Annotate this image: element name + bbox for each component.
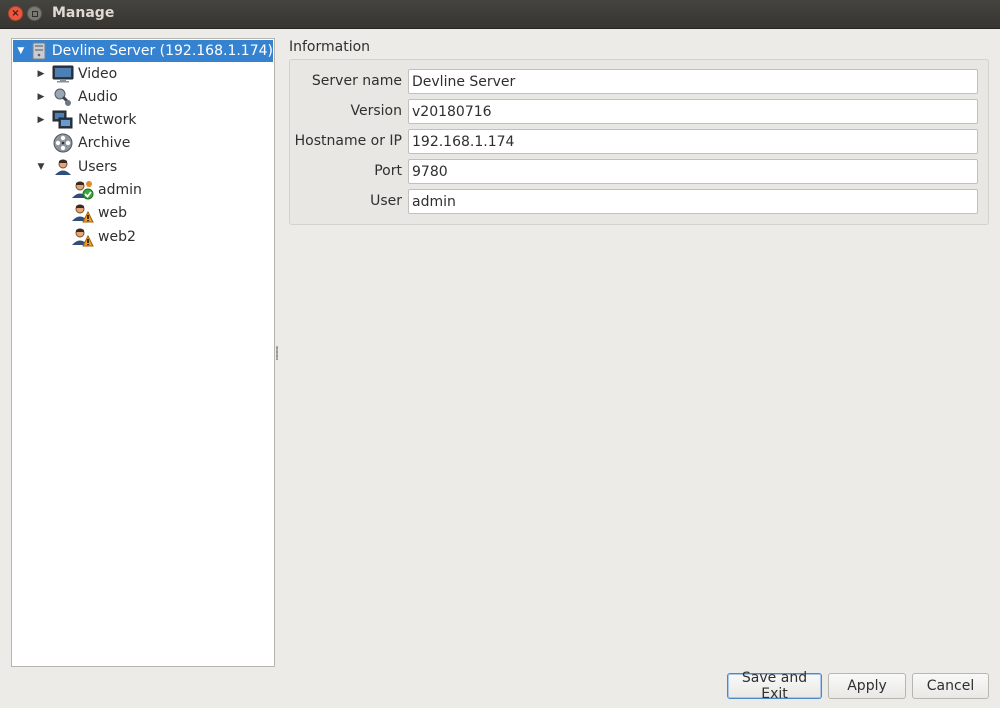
tree-item-label: admin <box>98 182 142 198</box>
tree-item-label: web <box>98 205 127 221</box>
field-row-hostname: Hostname or IP <box>290 129 988 155</box>
save-and-exit-button[interactable]: Save and Exit <box>727 670 822 702</box>
tree-item-label: web2 <box>98 229 136 245</box>
field-row-version: Version <box>290 99 988 125</box>
user-input[interactable] <box>408 189 978 214</box>
field-row-server-name: Server name <box>290 69 988 95</box>
title-bar: × Manage <box>0 0 1000 29</box>
user-admin-icon <box>72 180 94 200</box>
information-title: Information <box>289 39 371 55</box>
microphone-icon <box>52 87 74 107</box>
server-icon <box>31 41 48 61</box>
port-label: Port <box>374 163 402 179</box>
hostname-label: Hostname or IP <box>294 133 402 149</box>
tree-item-label: Archive <box>78 135 131 151</box>
cancel-button[interactable]: Cancel <box>912 673 989 699</box>
expand-arrow-icon[interactable]: ▼ <box>17 46 25 56</box>
information-group: Server name Version Hostname or IP Port … <box>289 59 989 225</box>
tree-item-audio[interactable]: ▶ Audio <box>36 86 118 108</box>
expand-arrow-icon[interactable]: ▶ <box>36 69 46 79</box>
network-icon <box>52 110 74 130</box>
window-title: Manage <box>52 5 115 21</box>
version-label: Version <box>350 103 402 119</box>
tree-item-user-admin[interactable]: admin <box>66 179 142 201</box>
tree-item-video[interactable]: ▶ Video <box>36 63 117 85</box>
close-icon: × <box>11 7 20 19</box>
tree-item-user-web2[interactable]: web2 <box>66 226 136 248</box>
manage-window: × Manage ▼ Devline Server (192.168.1.174… <box>0 0 1000 708</box>
tree-item-label: Audio <box>78 89 118 105</box>
maximize-icon <box>31 10 38 17</box>
expand-arrow-icon[interactable]: ▼ <box>36 162 46 172</box>
user-icon <box>52 157 74 177</box>
server-tree[interactable]: ▼ Devline Server (192.168.1.174) ▶ Video… <box>11 38 275 667</box>
user-warning-icon <box>72 227 94 247</box>
expand-arrow-icon[interactable]: ▶ <box>36 92 46 102</box>
server-name-label: Server name <box>311 73 402 89</box>
tree-item-archive[interactable]: Archive <box>46 132 130 154</box>
tree-item-server[interactable]: ▼ Devline Server (192.168.1.174) <box>13 40 273 62</box>
user-warning-icon <box>72 203 94 223</box>
film-reel-icon <box>52 133 74 153</box>
close-button[interactable]: × <box>8 6 23 21</box>
tree-item-label: Devline Server (192.168.1.174) <box>51 43 273 59</box>
expand-arrow-icon[interactable]: ▶ <box>36 115 46 125</box>
field-row-port: Port <box>290 159 988 185</box>
splitter-handle[interactable] <box>276 346 278 360</box>
apply-button[interactable]: Apply <box>828 673 906 699</box>
version-input[interactable] <box>408 99 978 124</box>
maximize-button[interactable] <box>27 6 42 21</box>
port-input[interactable] <box>408 159 978 184</box>
tree-item-users[interactable]: ▼ Users <box>36 156 117 178</box>
user-label: User <box>370 193 402 209</box>
tree-item-label: Users <box>78 159 118 175</box>
server-name-input[interactable] <box>408 69 978 94</box>
tree-item-network[interactable]: ▶ Network <box>36 109 136 131</box>
tree-item-label: Network <box>78 112 137 128</box>
monitor-icon <box>52 64 74 84</box>
hostname-input[interactable] <box>408 129 978 154</box>
tree-item-user-web[interactable]: web <box>66 202 127 224</box>
field-row-user: User <box>290 189 988 215</box>
tree-item-label: Video <box>78 66 118 82</box>
